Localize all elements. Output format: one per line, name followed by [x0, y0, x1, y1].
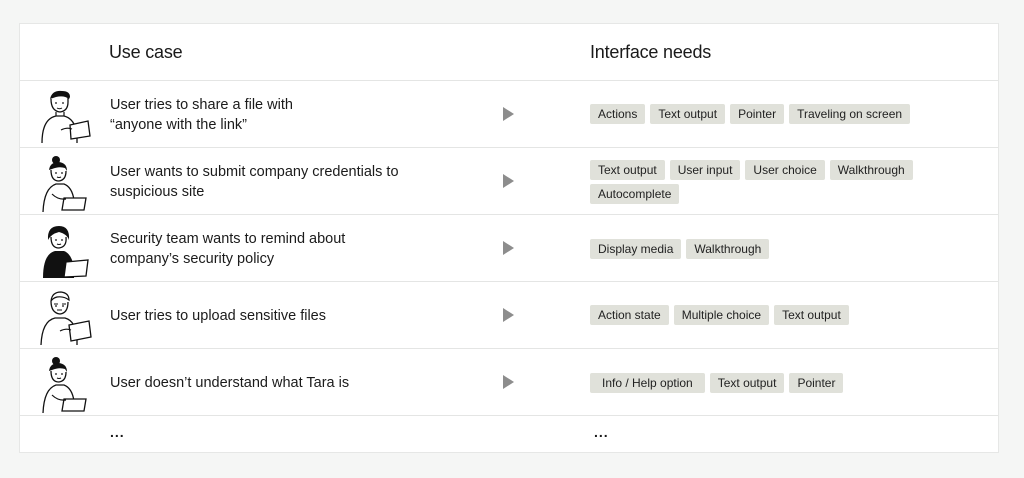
- interface-needs-tags: Display media Walkthrough: [590, 239, 950, 259]
- woman-with-laptop-icon: [42, 357, 87, 414]
- use-case-header: Use case: [109, 42, 183, 62]
- person-with-laptop-icon: [41, 90, 91, 144]
- tag: Traveling on screen: [789, 104, 911, 124]
- use-case-line: User wants to submit company credentials…: [110, 164, 399, 180]
- play-arrow-icon: [503, 174, 514, 188]
- play-arrow-icon: [503, 241, 514, 255]
- use-case-text: Security team wants to remind about comp…: [110, 229, 345, 269]
- tag: Walkthrough: [829, 160, 913, 180]
- table-row: Security team wants to remind about comp…: [20, 215, 998, 282]
- tag: Pointer: [730, 104, 785, 124]
- table-row: User tries to upload sensitive files Act…: [20, 282, 998, 349]
- woman-dark-outfit-laptop-icon: [43, 226, 89, 278]
- use-case-line: User doesn’t understand what Tara is: [110, 375, 350, 391]
- play-arrow-icon: [503, 375, 514, 389]
- tag: User choice: [745, 160, 825, 180]
- use-case-text: User tries to share a file with “anyone …: [110, 95, 293, 135]
- tag: Display media: [590, 239, 682, 259]
- interface-needs-tags: Text output User input User choice Walkt…: [590, 160, 950, 204]
- tag: Info / Help option: [590, 373, 705, 393]
- interface-needs-header: Interface needs: [590, 42, 712, 62]
- tag: Text output: [774, 305, 849, 325]
- more-needs-ellipsis: ...: [594, 424, 609, 440]
- man-with-laptop-icon: [40, 291, 92, 346]
- tag: Autocomplete: [590, 184, 680, 204]
- tag: Text output: [650, 104, 726, 124]
- interface-needs-tags: Action state Multiple choice Text output: [590, 305, 950, 325]
- tag: Actions: [590, 104, 646, 124]
- use-case-line: User tries to share a file with: [110, 97, 293, 113]
- use-case-line: suspicious site: [110, 184, 205, 200]
- tag: Text output: [590, 160, 665, 180]
- tag: Multiple choice: [673, 305, 770, 325]
- table-row: User doesn’t understand what Tara is Inf…: [20, 349, 998, 416]
- table-header: Use case Interface needs: [20, 24, 998, 81]
- tag: User input: [669, 160, 741, 180]
- use-case-line: company’s security policy: [110, 251, 275, 267]
- use-case-table: Use case Interface needs User tries to s…: [19, 23, 999, 453]
- play-arrow-icon: [503, 308, 514, 322]
- tag: Text output: [709, 373, 785, 393]
- play-arrow-icon: [503, 107, 514, 121]
- use-case-text: User tries to upload sensitive files: [110, 306, 326, 326]
- tag: Action state: [590, 305, 669, 325]
- more-use-cases-ellipsis: ...: [110, 424, 125, 440]
- use-case-line: “anyone with the link”: [110, 117, 248, 133]
- interface-needs-tags: Actions Text output Pointer Traveling on…: [590, 104, 950, 124]
- woman-with-laptop-icon: [42, 156, 87, 213]
- tag: Pointer: [789, 373, 844, 393]
- use-case-line: Security team wants to remind about: [110, 231, 346, 247]
- table-row: User wants to submit company credentials…: [20, 148, 998, 215]
- interface-needs-tags: Info / Help option Text output Pointer: [590, 373, 950, 393]
- tag: Walkthrough: [686, 239, 770, 259]
- use-case-text: User wants to submit company credentials…: [110, 162, 399, 202]
- table-row: User tries to share a file with “anyone …: [20, 81, 998, 148]
- use-case-line: User tries to upload sensitive files: [110, 308, 326, 324]
- use-case-text: User doesn’t understand what Tara is: [110, 373, 349, 393]
